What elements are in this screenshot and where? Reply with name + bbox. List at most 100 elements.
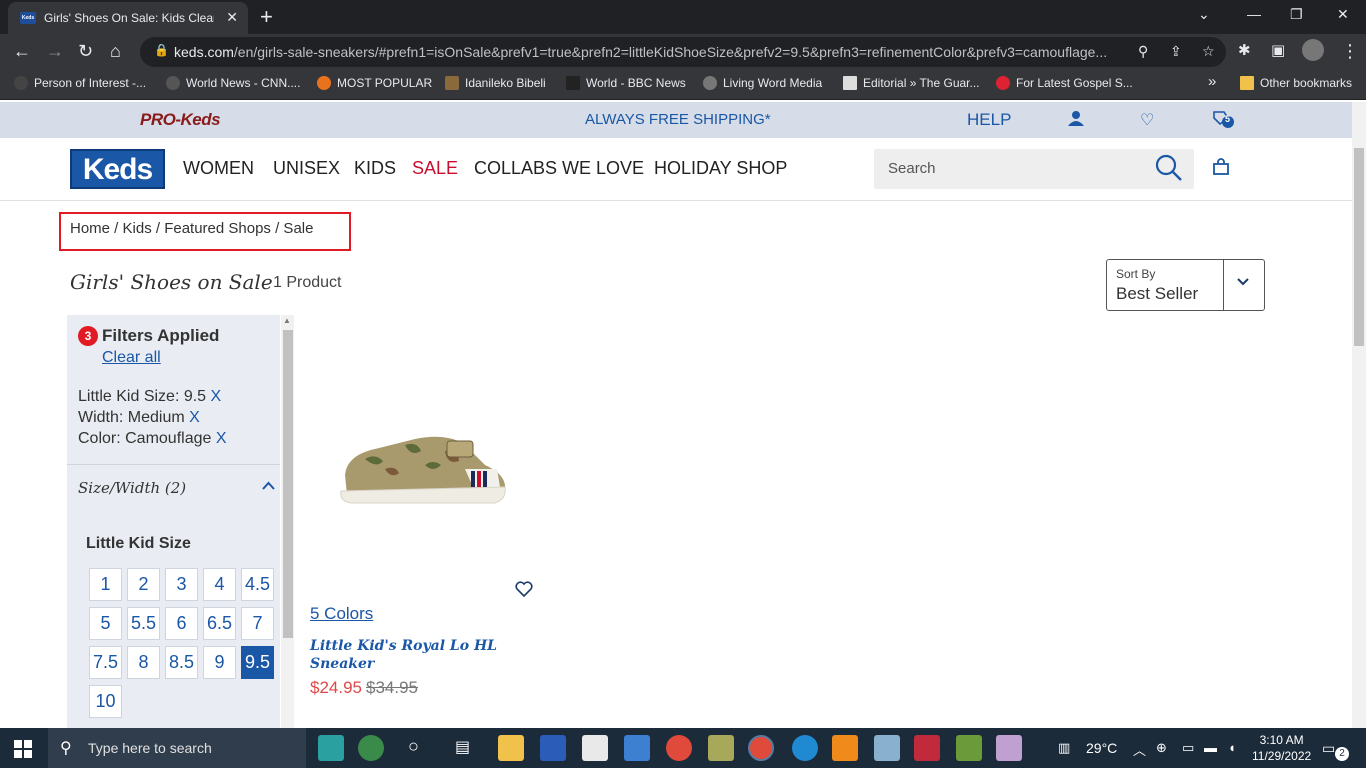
- nav-unisex[interactable]: UNISEX: [273, 158, 340, 179]
- tray-chevron-icon[interactable]: ︿: [1133, 740, 1146, 759]
- nav-collabs[interactable]: COLLABS WE LOVE: [474, 158, 644, 179]
- windows-start-icon[interactable]: [14, 740, 32, 758]
- extensions-icon[interactable]: ✱: [1238, 41, 1251, 59]
- weather-temp[interactable]: 29°C: [1086, 740, 1117, 756]
- profile-avatar[interactable]: [1302, 39, 1324, 61]
- size-option[interactable]: 9: [203, 646, 236, 679]
- product-colors-link[interactable]: 5 Colors: [310, 604, 373, 624]
- app-icon[interactable]: [956, 735, 982, 761]
- word-icon[interactable]: [540, 735, 566, 761]
- store-icon[interactable]: [582, 735, 608, 761]
- tab-search-chevron-icon[interactable]: ⌄: [1198, 6, 1210, 23]
- size-option[interactable]: 5.5: [127, 607, 160, 640]
- location-icon[interactable]: ⚲: [1138, 43, 1148, 60]
- restore-icon[interactable]: ❐: [1290, 6, 1303, 23]
- keds-logo[interactable]: Keds: [70, 149, 165, 189]
- bookmark-item[interactable]: Editorial » The Guar...: [843, 76, 980, 90]
- size-option-selected[interactable]: 9.5: [241, 646, 274, 679]
- other-bookmarks[interactable]: Other bookmarks: [1240, 76, 1352, 90]
- taskbar-search[interactable]: ⚲ Type here to search: [48, 728, 306, 768]
- size-width-section[interactable]: Size/Width (2): [78, 479, 186, 497]
- battery-icon[interactable]: ▬: [1204, 740, 1217, 755]
- remove-filter-icon[interactable]: X: [216, 430, 227, 447]
- winrar-icon[interactable]: [914, 735, 940, 761]
- reload-icon[interactable]: ↻: [78, 41, 93, 62]
- wishlist-heart-icon[interactable]: ♡: [1140, 110, 1154, 130]
- size-option[interactable]: 6: [165, 607, 198, 640]
- product-image[interactable]: [335, 425, 510, 510]
- paint-icon[interactable]: [996, 735, 1022, 761]
- volume-icon[interactable]: ◖: [1228, 740, 1236, 755]
- system-clock[interactable]: 3:10 AM 11/29/2022: [1252, 732, 1311, 764]
- address-bar[interactable]: 🔒 keds.com/en/girls-sale-sneakers/#prefn…: [140, 37, 1226, 67]
- size-option[interactable]: 1: [89, 568, 122, 601]
- bookmark-item[interactable]: World News - CNN....: [166, 76, 300, 90]
- chevron-down-icon[interactable]: [1236, 277, 1250, 287]
- chrome-active-icon[interactable]: [748, 735, 774, 761]
- nav-kids[interactable]: KIDS: [354, 158, 396, 179]
- bookmarks-overflow-icon[interactable]: »: [1208, 73, 1216, 90]
- app-icon[interactable]: [874, 735, 900, 761]
- home-icon[interactable]: ⌂: [110, 41, 121, 62]
- network-icon[interactable]: ⊕: [1156, 740, 1167, 756]
- size-option[interactable]: 4.5: [241, 568, 274, 601]
- bookmark-item[interactable]: MOST POPULAR: [317, 76, 432, 90]
- back-icon[interactable]: ←: [13, 41, 31, 62]
- window-close-icon[interactable]: ✕: [1337, 6, 1349, 23]
- mail-icon[interactable]: [624, 735, 650, 761]
- size-option[interactable]: 5: [89, 607, 122, 640]
- size-option[interactable]: 6.5: [203, 607, 236, 640]
- task-view-icon[interactable]: ▤: [455, 737, 470, 757]
- size-option[interactable]: 10: [89, 685, 122, 718]
- search-input[interactable]: Search: [874, 149, 1194, 189]
- edge-icon[interactable]: [792, 735, 818, 761]
- share-icon[interactable]: ⇪: [1170, 43, 1182, 60]
- clear-all-link[interactable]: Clear all: [102, 349, 161, 367]
- notifications-icon[interactable]: ▭: [1322, 740, 1335, 757]
- size-option[interactable]: 4: [203, 568, 236, 601]
- weather-icon[interactable]: ▥: [1058, 740, 1070, 756]
- size-option[interactable]: 8: [127, 646, 160, 679]
- wishlist-heart-icon[interactable]: [515, 581, 533, 602]
- tray-app-icon[interactable]: ▭: [1182, 740, 1194, 756]
- size-option[interactable]: 2: [127, 568, 160, 601]
- page-scroll-thumb[interactable]: [1354, 148, 1364, 346]
- url-text[interactable]: keds.com/en/girls-sale-sneakers/#prefn1=…: [174, 44, 1134, 60]
- minimize-icon[interactable]: —: [1247, 6, 1261, 22]
- account-icon[interactable]: [1068, 110, 1084, 131]
- nav-sale[interactable]: SALE: [412, 158, 458, 179]
- size-option[interactable]: 3: [165, 568, 198, 601]
- rewards-icon[interactable]: 5: [1212, 110, 1236, 133]
- app-icon[interactable]: [708, 735, 734, 761]
- cortana-icon[interactable]: ○: [408, 736, 419, 757]
- product-name[interactable]: Little Kid's Royal Lo HL Sneaker: [310, 637, 510, 673]
- bookmark-item[interactable]: For Latest Gospel S...: [996, 76, 1133, 90]
- search-icon[interactable]: [1154, 153, 1184, 183]
- shopping-bag-icon[interactable]: [1212, 158, 1230, 176]
- scroll-up-arrow-icon[interactable]: ▲: [283, 316, 291, 325]
- chevron-up-icon[interactable]: [262, 481, 275, 490]
- tab-close-icon[interactable]: ✕: [226, 9, 238, 26]
- pro-keds-logo[interactable]: PRO-Keds: [140, 110, 221, 130]
- size-option[interactable]: 7: [241, 607, 274, 640]
- help-link[interactable]: HELP: [967, 110, 1011, 130]
- vlc-icon[interactable]: [832, 735, 858, 761]
- bookmark-star-icon[interactable]: ☆: [1202, 43, 1215, 60]
- remove-filter-icon[interactable]: X: [211, 388, 222, 405]
- nav-holiday-shop[interactable]: HOLIDAY SHOP: [654, 158, 787, 179]
- chrome-icon[interactable]: [666, 735, 692, 761]
- side-panel-icon[interactable]: ▣: [1271, 41, 1285, 59]
- size-option[interactable]: 7.5: [89, 646, 122, 679]
- chrome-menu-icon[interactable]: ⋮: [1341, 41, 1359, 62]
- forward-icon[interactable]: →: [46, 41, 64, 62]
- remove-filter-icon[interactable]: X: [189, 409, 200, 426]
- sort-dropdown[interactable]: Sort By Best Seller: [1106, 259, 1265, 311]
- bookmark-item[interactable]: Living Word Media: [703, 76, 822, 90]
- new-tab-icon[interactable]: +: [260, 4, 273, 30]
- sidebar-scroll-thumb[interactable]: [283, 330, 293, 638]
- bookmark-item[interactable]: Idanileko Bibeli: [445, 76, 546, 90]
- browser-tab-active[interactable]: Keds Girls' Shoes On Sale: Kids Clearan …: [8, 2, 248, 34]
- bookmark-item[interactable]: World - BBC News: [566, 76, 686, 90]
- breadcrumb[interactable]: Home / Kids / Featured Shops / Sale: [70, 220, 313, 237]
- page-scrollbar[interactable]: [1352, 102, 1366, 728]
